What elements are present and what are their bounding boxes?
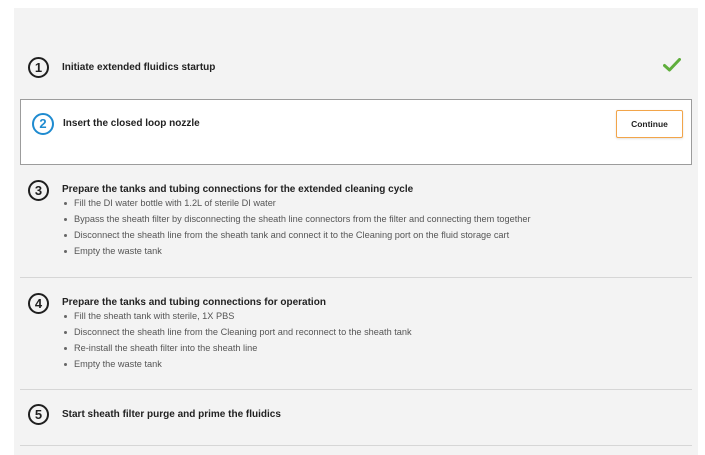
instruction-item: Disconnect the sheath line from the shea… — [62, 227, 531, 243]
instruction-item: Empty the waste tank — [62, 356, 412, 372]
step-number-badge: 2 — [32, 113, 54, 135]
step-4: 4 Prepare the tanks and tubing connectio… — [20, 292, 692, 382]
step-title: Start sheath filter purge and prime the … — [62, 409, 281, 420]
step-title: Prepare the tanks and tubing connections… — [62, 184, 414, 195]
instruction-item: Disconnect the sheath line from the Clea… — [62, 324, 412, 340]
step-divider — [20, 445, 692, 446]
workflow-steps-panel: 1 Initiate extended fluidics startup 2 I… — [14, 8, 698, 455]
step-number-badge: 3 — [28, 180, 49, 201]
step-number-badge: 4 — [28, 293, 49, 314]
instruction-item: Bypass the sheath filter by disconnectin… — [62, 211, 531, 227]
instruction-item: Fill the DI water bottle with 1.2L of st… — [62, 195, 531, 211]
step-divider — [20, 277, 692, 278]
step-3: 3 Prepare the tanks and tubing connectio… — [20, 179, 692, 269]
instruction-list: Fill the DI water bottle with 1.2L of st… — [62, 195, 531, 259]
step-title: Initiate extended fluidics startup — [62, 62, 216, 73]
instruction-item: Fill the sheath tank with sterile, 1X PB… — [62, 308, 412, 324]
step-2-active: 2 Insert the closed loop nozzle Continue — [20, 99, 692, 165]
step-title: Insert the closed loop nozzle — [63, 118, 200, 129]
step-5: 5 Start sheath filter purge and prime th… — [20, 404, 692, 428]
continue-button[interactable]: Continue — [616, 110, 683, 138]
instruction-item: Empty the waste tank — [62, 243, 531, 259]
step-title: Prepare the tanks and tubing connections… — [62, 297, 326, 308]
check-icon — [663, 58, 681, 72]
step-divider — [20, 389, 692, 390]
instruction-list: Fill the sheath tank with sterile, 1X PB… — [62, 308, 412, 372]
step-number-badge: 1 — [28, 57, 49, 78]
step-number-badge: 5 — [28, 404, 49, 425]
instruction-item: Re-install the sheath filter into the sh… — [62, 340, 412, 356]
step-1: 1 Initiate extended fluidics startup — [20, 56, 692, 80]
